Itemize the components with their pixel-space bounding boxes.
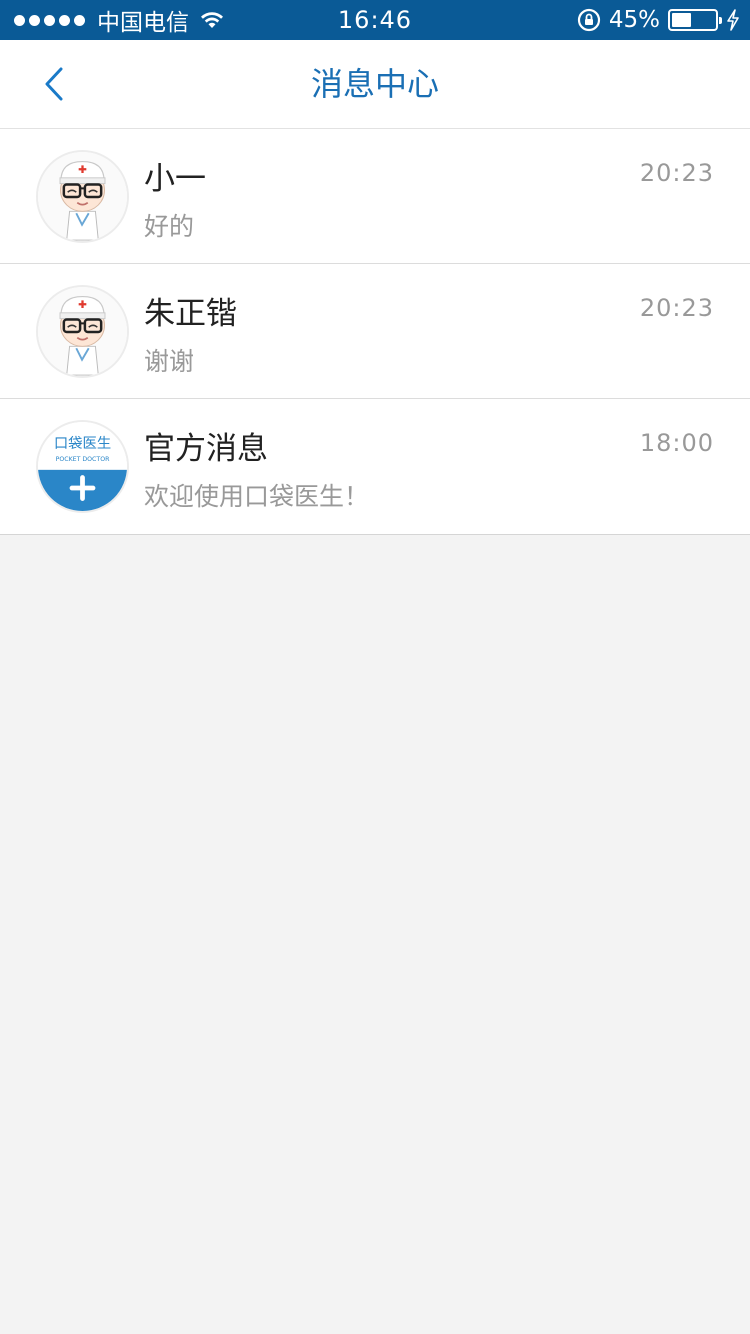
battery-percent: 45%: [608, 7, 660, 33]
message-item[interactable]: 口袋医生 POCKET DOCTOR 官方消息 欢迎使用口袋医生！ 18:00: [0, 399, 750, 535]
doctor-avatar: [36, 150, 129, 243]
message-time: 20:23: [639, 159, 714, 187]
rotation-lock-icon: [577, 8, 600, 32]
doctor-cartoon-icon: [38, 287, 127, 376]
doctor-cartoon-icon: [38, 152, 127, 241]
pocket-doctor-logo-icon: 口袋医生 POCKET DOCTOR: [38, 422, 127, 511]
message-preview: 好的: [144, 212, 195, 241]
message-time: 18:00: [639, 429, 714, 457]
doctor-avatar: [36, 285, 129, 378]
logo-subtext: POCKET DOCTOR: [56, 456, 110, 463]
charging-bolt-icon: [727, 9, 739, 31]
message-preview: 欢迎使用口袋医生！: [144, 482, 370, 511]
status-bar: 中国电信 16:46 45%: [0, 0, 750, 40]
nav-bar: 消息中心: [0, 40, 750, 129]
battery-icon: [668, 9, 722, 31]
message-preview: 谢谢: [144, 347, 195, 376]
pocket-doctor-logo: 口袋医生 POCKET DOCTOR: [36, 420, 129, 513]
message-list: 小一 好的 20:23 朱正锴 谢谢 20:23 口袋医生 POCKET DOC…: [0, 129, 750, 535]
message-sender: 朱正锴: [144, 296, 237, 332]
message-item[interactable]: 朱正锴 谢谢 20:23: [0, 264, 750, 399]
battery-level-fill: [672, 13, 691, 27]
message-sender: 官方消息: [144, 431, 268, 467]
message-time: 20:23: [639, 294, 714, 322]
page-title: 消息中心: [310, 65, 439, 103]
message-sender: 小一: [144, 161, 206, 197]
logo-text: 口袋医生: [54, 435, 111, 452]
status-right: 45%: [577, 0, 740, 40]
message-item[interactable]: 小一 好的 20:23: [0, 129, 750, 264]
